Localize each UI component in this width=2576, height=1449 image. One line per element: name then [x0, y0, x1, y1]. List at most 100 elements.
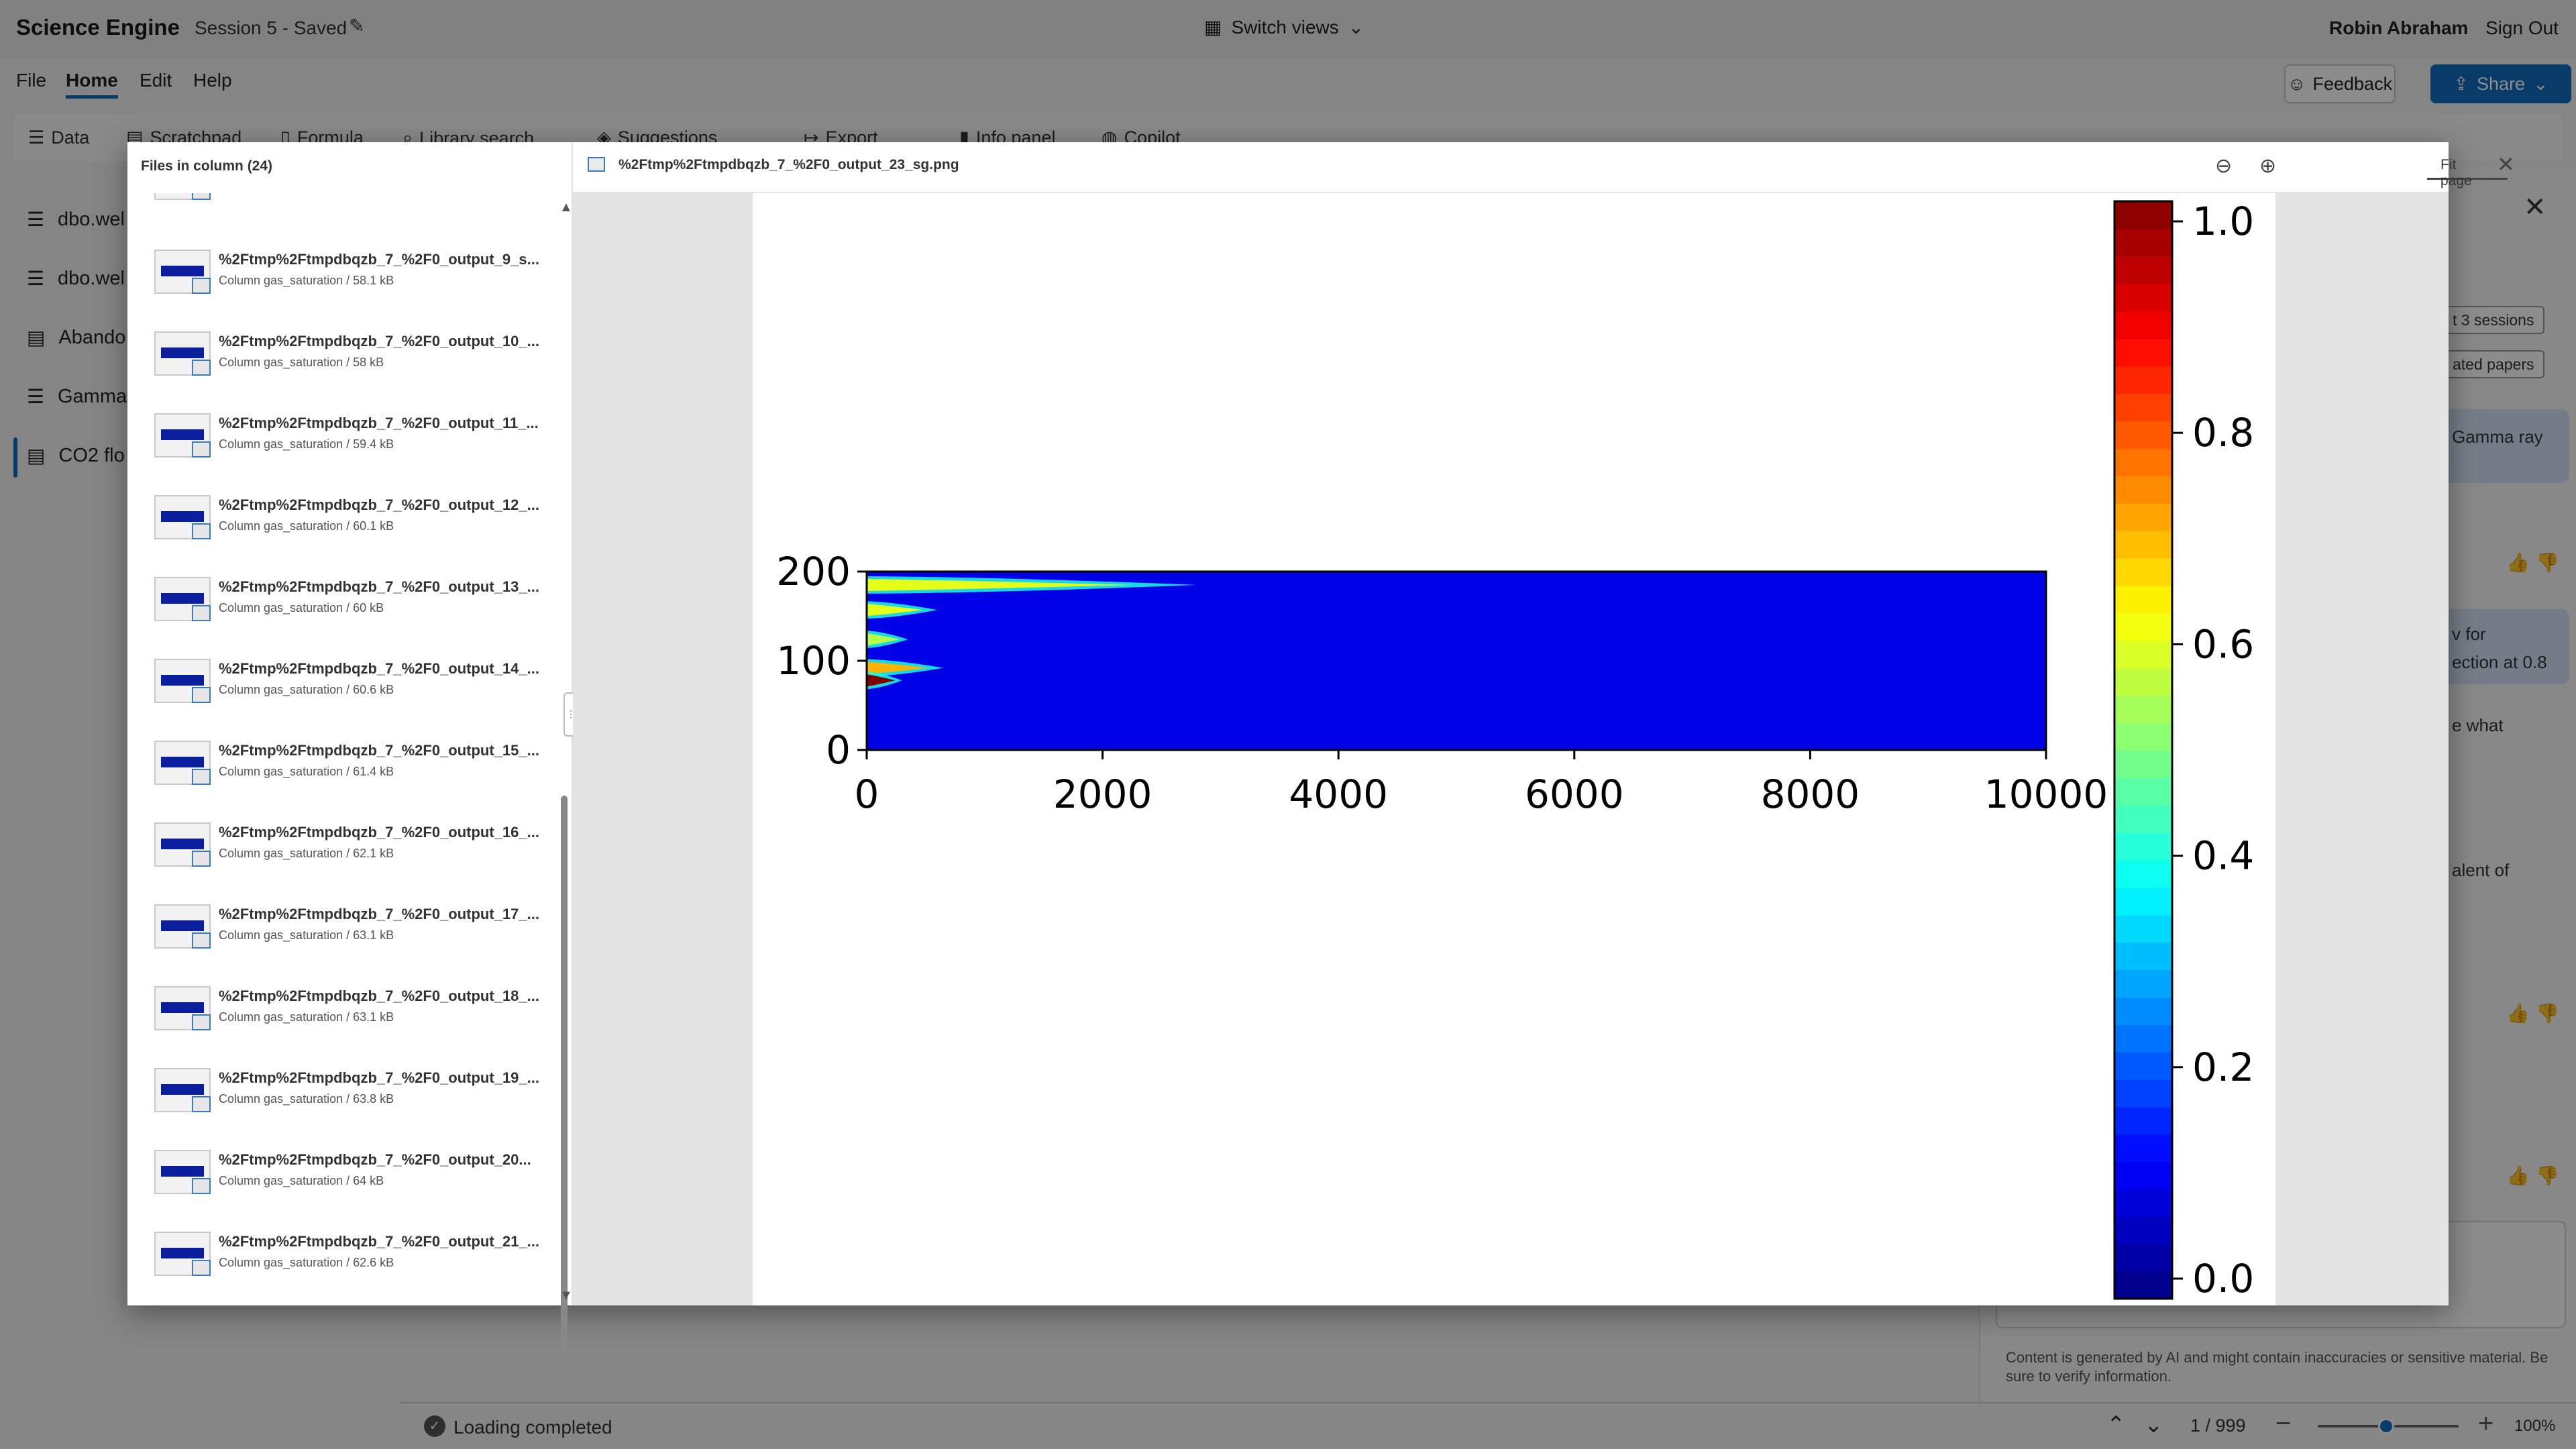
- colorbar-segment: [2114, 667, 2172, 696]
- list-item[interactable]: %2Ftmp%2Ftmpdbqzb_7_%2F0_output_14_... Co…: [154, 659, 557, 726]
- colorbar-segment: [2114, 201, 2172, 229]
- file-meta: Column gas_saturation / 60 kB: [219, 601, 384, 614]
- image-icon: [192, 687, 211, 703]
- file-name: %2Ftmp%2Ftmpdbqzb_7_%2F0_output_9_s...: [219, 251, 539, 268]
- colorbar-segment: [2114, 366, 2172, 394]
- x-tick-label: 8000: [1761, 771, 1860, 817]
- list-item[interactable]: %2Ftmp%2Ftmpdbqzb_7_%2F0_output_12_... Co…: [154, 495, 557, 562]
- colorbar-tick-label: 1.0: [2192, 199, 2254, 244]
- colorbar-segment: [2114, 311, 2172, 339]
- list-item[interactable]: %2Ftmp%2Ftmpdbqzb_7_%2F0_output_19_... Co…: [154, 1068, 557, 1135]
- file-meta: Column gas_saturation / 62.1 kB: [219, 847, 394, 860]
- image-icon: [192, 769, 211, 785]
- colorbar-segment: [2114, 859, 2172, 888]
- colorbar-segment: [2114, 448, 2172, 476]
- thumbnail-bar: [161, 1166, 204, 1177]
- image-icon: [192, 193, 211, 200]
- thumbnail-bar: [161, 347, 204, 358]
- file-thumbnail: [154, 413, 211, 458]
- image-icon: [192, 932, 211, 949]
- image-icon: [588, 157, 605, 172]
- list-item[interactable]: %2Ftmp%2Ftmpdbqzb_7_%2F0_output_21_... Co…: [154, 1232, 557, 1299]
- file-name: %2Ftmp%2Ftmpdbqzb_7_%2F0_output_12_...: [219, 496, 539, 513]
- list-item[interactable]: %2Ftmp%2Ftmpdbqzb_7_%2F0_output_13_... Co…: [154, 577, 557, 644]
- file-name: %2Ftmp%2Ftmpdbqzb_7_%2F0_output_19_...: [219, 1069, 539, 1086]
- list-item[interactable]: [154, 193, 557, 223]
- zoom-in-icon[interactable]: ⊕: [2259, 154, 2276, 178]
- file-thumbnail: [154, 250, 211, 294]
- colorbar-segment: [2114, 1079, 2172, 1108]
- image-icon: [192, 441, 211, 458]
- viewer-file-title: %2Ftmp%2Ftmpdbqzb_7_%2F0_output_23_sg.pn…: [619, 157, 959, 172]
- list-item[interactable]: %2Ftmp%2Ftmpdbqzb_7_%2F0_output_15_... Co…: [154, 741, 557, 808]
- file-thumbnail: [154, 904, 211, 949]
- file-meta: Column gas_saturation / 59.4 kB: [219, 437, 394, 451]
- image-icon: [192, 1260, 211, 1276]
- scroll-up-icon[interactable]: ▲: [559, 200, 573, 215]
- colorbar-segment: [2114, 1024, 2172, 1053]
- file-thumbnail: [154, 986, 211, 1030]
- file-meta: Column gas_saturation / 60.1 kB: [219, 519, 394, 533]
- list-item[interactable]: %2Ftmp%2Ftmpdbqzb_7_%2F0_output_16_... Co…: [154, 822, 557, 890]
- x-tick-label: 0: [855, 771, 879, 817]
- viewer-header: %2Ftmp%2Ftmpdbqzb_7_%2F0_output_23_sg.pn…: [573, 142, 2515, 205]
- colorbar-segment: [2114, 804, 2172, 833]
- file-meta: Column gas_saturation / 62.6 kB: [219, 1256, 394, 1269]
- colorbar-segment: [2114, 421, 2172, 449]
- colorbar-segment: [2114, 997, 2172, 1025]
- list-item[interactable]: %2Ftmp%2Ftmpdbqzb_7_%2F0_output_9_s... Co…: [154, 250, 557, 317]
- scroll-down-icon[interactable]: ▼: [559, 1288, 573, 1303]
- list-item[interactable]: %2Ftmp%2Ftmpdbqzb_7_%2F0_output_20... Col…: [154, 1150, 557, 1217]
- colorbar-segment: [2114, 722, 2172, 751]
- file-meta: Column gas_saturation / 58.1 kB: [219, 274, 394, 287]
- file-list: %2Ftmp%2Ftmpdbqzb_7_%2F0_output_9_s... Co…: [127, 193, 557, 1305]
- scrollbar-thumb[interactable]: [561, 796, 568, 1352]
- colorbar-segment: [2114, 695, 2172, 724]
- file-thumbnail: [154, 577, 211, 621]
- list-item[interactable]: %2Ftmp%2Ftmpdbqzb_7_%2F0_output_10_... Co…: [154, 331, 557, 398]
- colorbar-segment: [2114, 476, 2172, 504]
- image-page: 0 2000 4000 6000 8000 10000 0 100 200 0.0 0.2 0.4 0.…: [753, 193, 2275, 1305]
- file-thumbnail: [154, 741, 211, 785]
- colorbar-segment: [2114, 338, 2172, 367]
- file-meta: Column gas_saturation / 61.4 kB: [219, 765, 394, 778]
- colorbar-tick-label: 0.0: [2192, 1256, 2254, 1301]
- image-icon: [192, 605, 211, 621]
- file-name: %2Ftmp%2Ftmpdbqzb_7_%2F0_output_21_...: [219, 1233, 539, 1250]
- colorbar-segment: [2114, 256, 2172, 284]
- file-name: %2Ftmp%2Ftmpdbqzb_7_%2F0_output_20...: [219, 1151, 531, 1168]
- thumbnail-bar: [161, 266, 204, 276]
- list-item[interactable]: %2Ftmp%2Ftmpdbqzb_7_%2F0_output_11_... Co…: [154, 413, 557, 480]
- fit-page-text: Fit page: [2440, 157, 2472, 189]
- file-name: %2Ftmp%2Ftmpdbqzb_7_%2F0_output_13_...: [219, 578, 539, 595]
- file-name: %2Ftmp%2Ftmpdbqzb_7_%2F0_output_10_...: [219, 333, 539, 350]
- files-pane: Files in column (24) %2Ftmp%2Ftmpdbqzb_7…: [127, 142, 578, 1352]
- colorbar-segment: [2114, 750, 2172, 778]
- list-item[interactable]: %2Ftmp%2Ftmpdbqzb_7_%2F0_output_18_... Co…: [154, 986, 557, 1053]
- thumbnail-bar: [161, 839, 204, 849]
- thumbnail-bar: [161, 675, 204, 686]
- scrollbar[interactable]: ▲ ▼: [557, 200, 573, 1352]
- close-icon[interactable]: ✕: [2497, 152, 2515, 177]
- colorbar-segment: [2114, 942, 2172, 971]
- image-icon: [192, 1178, 211, 1194]
- colorbar-segment: [2114, 557, 2172, 586]
- list-item[interactable]: %2Ftmp%2Ftmpdbqzb_7_%2F0_output_17_... Co…: [154, 904, 557, 971]
- y-tick-label: 0: [826, 727, 851, 773]
- file-meta: Column gas_saturation / 58 kB: [219, 356, 384, 369]
- thumbnail-bar: [161, 920, 204, 931]
- colorbar-segment: [2114, 585, 2172, 614]
- colorbar-segment: [2114, 393, 2172, 422]
- file-thumbnail: [154, 659, 211, 703]
- file-meta: Column gas_saturation / 63.8 kB: [219, 1092, 394, 1106]
- file-thumbnail: [154, 822, 211, 867]
- x-tick-label: 4000: [1289, 771, 1388, 817]
- zoom-out-icon[interactable]: ⊖: [2215, 154, 2232, 178]
- colorbar-tick-label: 0.6: [2192, 621, 2254, 667]
- file-meta: Column gas_saturation / 63.1 kB: [219, 928, 394, 942]
- colorbar-segment: [2114, 283, 2172, 312]
- file-name: %2Ftmp%2Ftmpdbqzb_7_%2F0_output_15_...: [219, 742, 539, 759]
- gas-saturation-heatmap: 0 2000 4000 6000 8000 10000 0 100 200 0.0 0.2 0.4 0.…: [776, 199, 2254, 1301]
- files-header: Files in column (24): [141, 158, 273, 174]
- image-icon: [192, 1096, 211, 1112]
